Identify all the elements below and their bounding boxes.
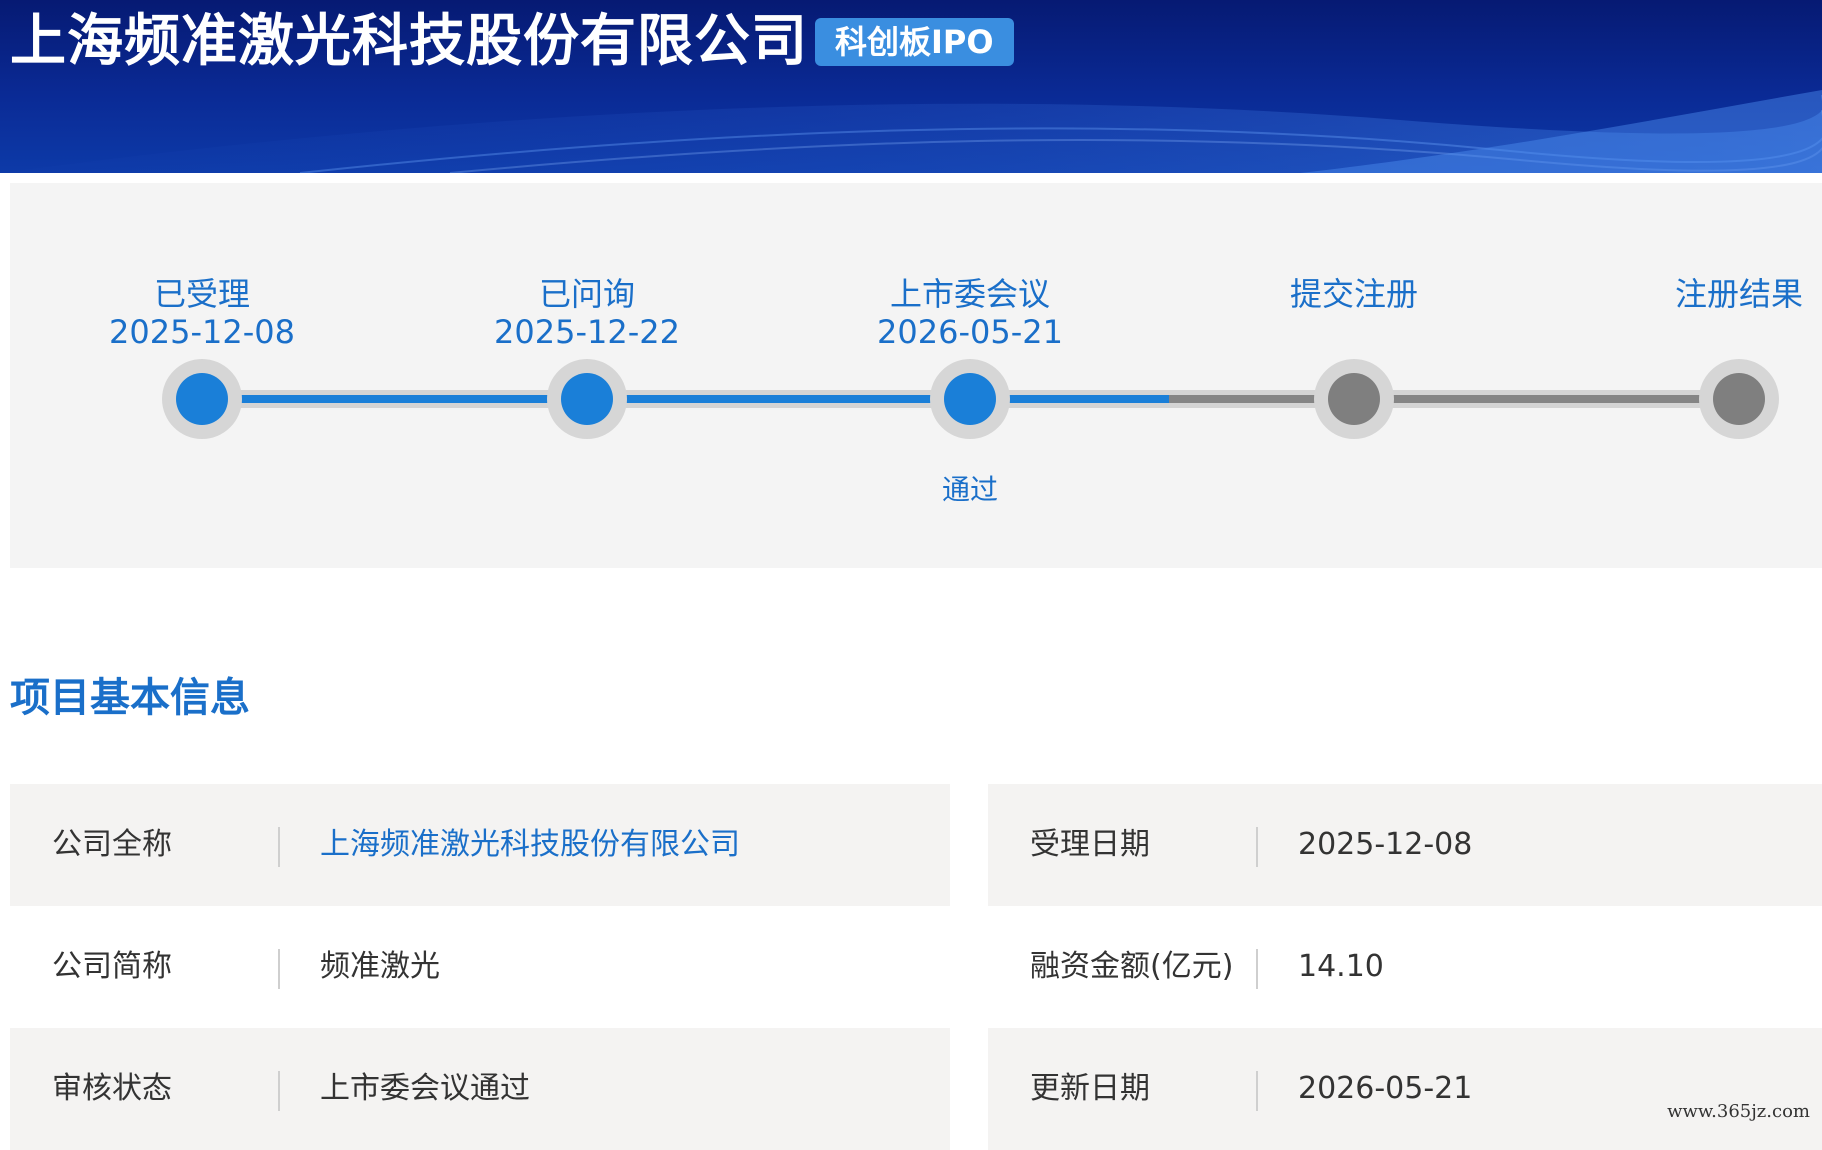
step-label: 上市委会议 — [820, 275, 1120, 313]
step-dot-complete — [176, 373, 228, 425]
info-cell-financing-amount: 融资金额(亿元) 14.10 — [988, 906, 1822, 1028]
info-label: 融资金额(亿元) — [1030, 906, 1233, 1028]
step-label: 注册结果 — [1589, 275, 1822, 313]
info-label: 公司全称 — [52, 784, 172, 906]
header-banner: 上海频准激光科技股份有限公司 科创板IPO — [0, 0, 1822, 173]
company-title: 上海频准激光科技股份有限公司 — [10, 6, 808, 78]
step-dot-pending — [1328, 373, 1380, 425]
info-label: 审核状态 — [52, 1028, 172, 1150]
step-node — [162, 359, 242, 439]
board-badge: 科创板IPO — [815, 18, 1014, 66]
step-node — [930, 359, 1010, 439]
info-value: 2025-12-08 — [1298, 784, 1472, 906]
info-divider — [1256, 949, 1258, 989]
step-date: 2026-05-21 — [820, 313, 1120, 351]
step-node — [1314, 359, 1394, 439]
info-divider — [278, 1071, 280, 1111]
step-node — [547, 359, 627, 439]
info-label: 受理日期 — [1030, 784, 1150, 906]
step-dot-complete — [561, 373, 613, 425]
info-value: 频准激光 — [320, 906, 440, 1028]
step-label: 提交注册 — [1204, 275, 1504, 313]
info-divider — [1256, 827, 1258, 867]
info-value: 上市委会议通过 — [320, 1028, 530, 1150]
step-dot-pending — [1713, 373, 1765, 425]
review-progress-panel: 已受理 2025-12-08 已问询 2025-12-22 上市委会议 2026… — [10, 183, 1822, 568]
info-label: 更新日期 — [1030, 1028, 1150, 1150]
info-cell-accept-date: 受理日期 2025-12-08 — [988, 784, 1822, 906]
step-result-note: 通过 — [820, 473, 1120, 507]
progress-track-pending — [1169, 395, 1749, 403]
info-cell-update-date: 更新日期 2026-05-21 — [988, 1028, 1822, 1150]
info-cell-company-full-name: 公司全称 上海频准激光科技股份有限公司 — [10, 784, 950, 906]
info-cell-review-status: 审核状态 上市委会议通过 — [10, 1028, 950, 1150]
info-value: 14.10 — [1298, 906, 1384, 1028]
step-dot-complete — [944, 373, 996, 425]
info-label: 公司简称 — [52, 906, 172, 1028]
info-divider — [278, 949, 280, 989]
progress-track-completed — [202, 395, 1169, 403]
step-node — [1699, 359, 1779, 439]
step-label: 已问询 — [437, 275, 737, 313]
info-divider — [1256, 1071, 1258, 1111]
step-date: 2025-12-22 — [437, 313, 737, 351]
section-title-project-info: 项目基本信息 — [10, 672, 250, 724]
info-divider — [278, 827, 280, 867]
info-cell-company-short-name: 公司简称 频准激光 — [10, 906, 950, 1028]
step-date: 2025-12-08 — [52, 313, 352, 351]
company-full-name-link[interactable]: 上海频准激光科技股份有限公司 — [320, 784, 740, 906]
step-label: 已受理 — [52, 275, 352, 313]
info-value: 2026-05-21 — [1298, 1028, 1472, 1150]
watermark: www.365jz.com — [1667, 1101, 1810, 1122]
